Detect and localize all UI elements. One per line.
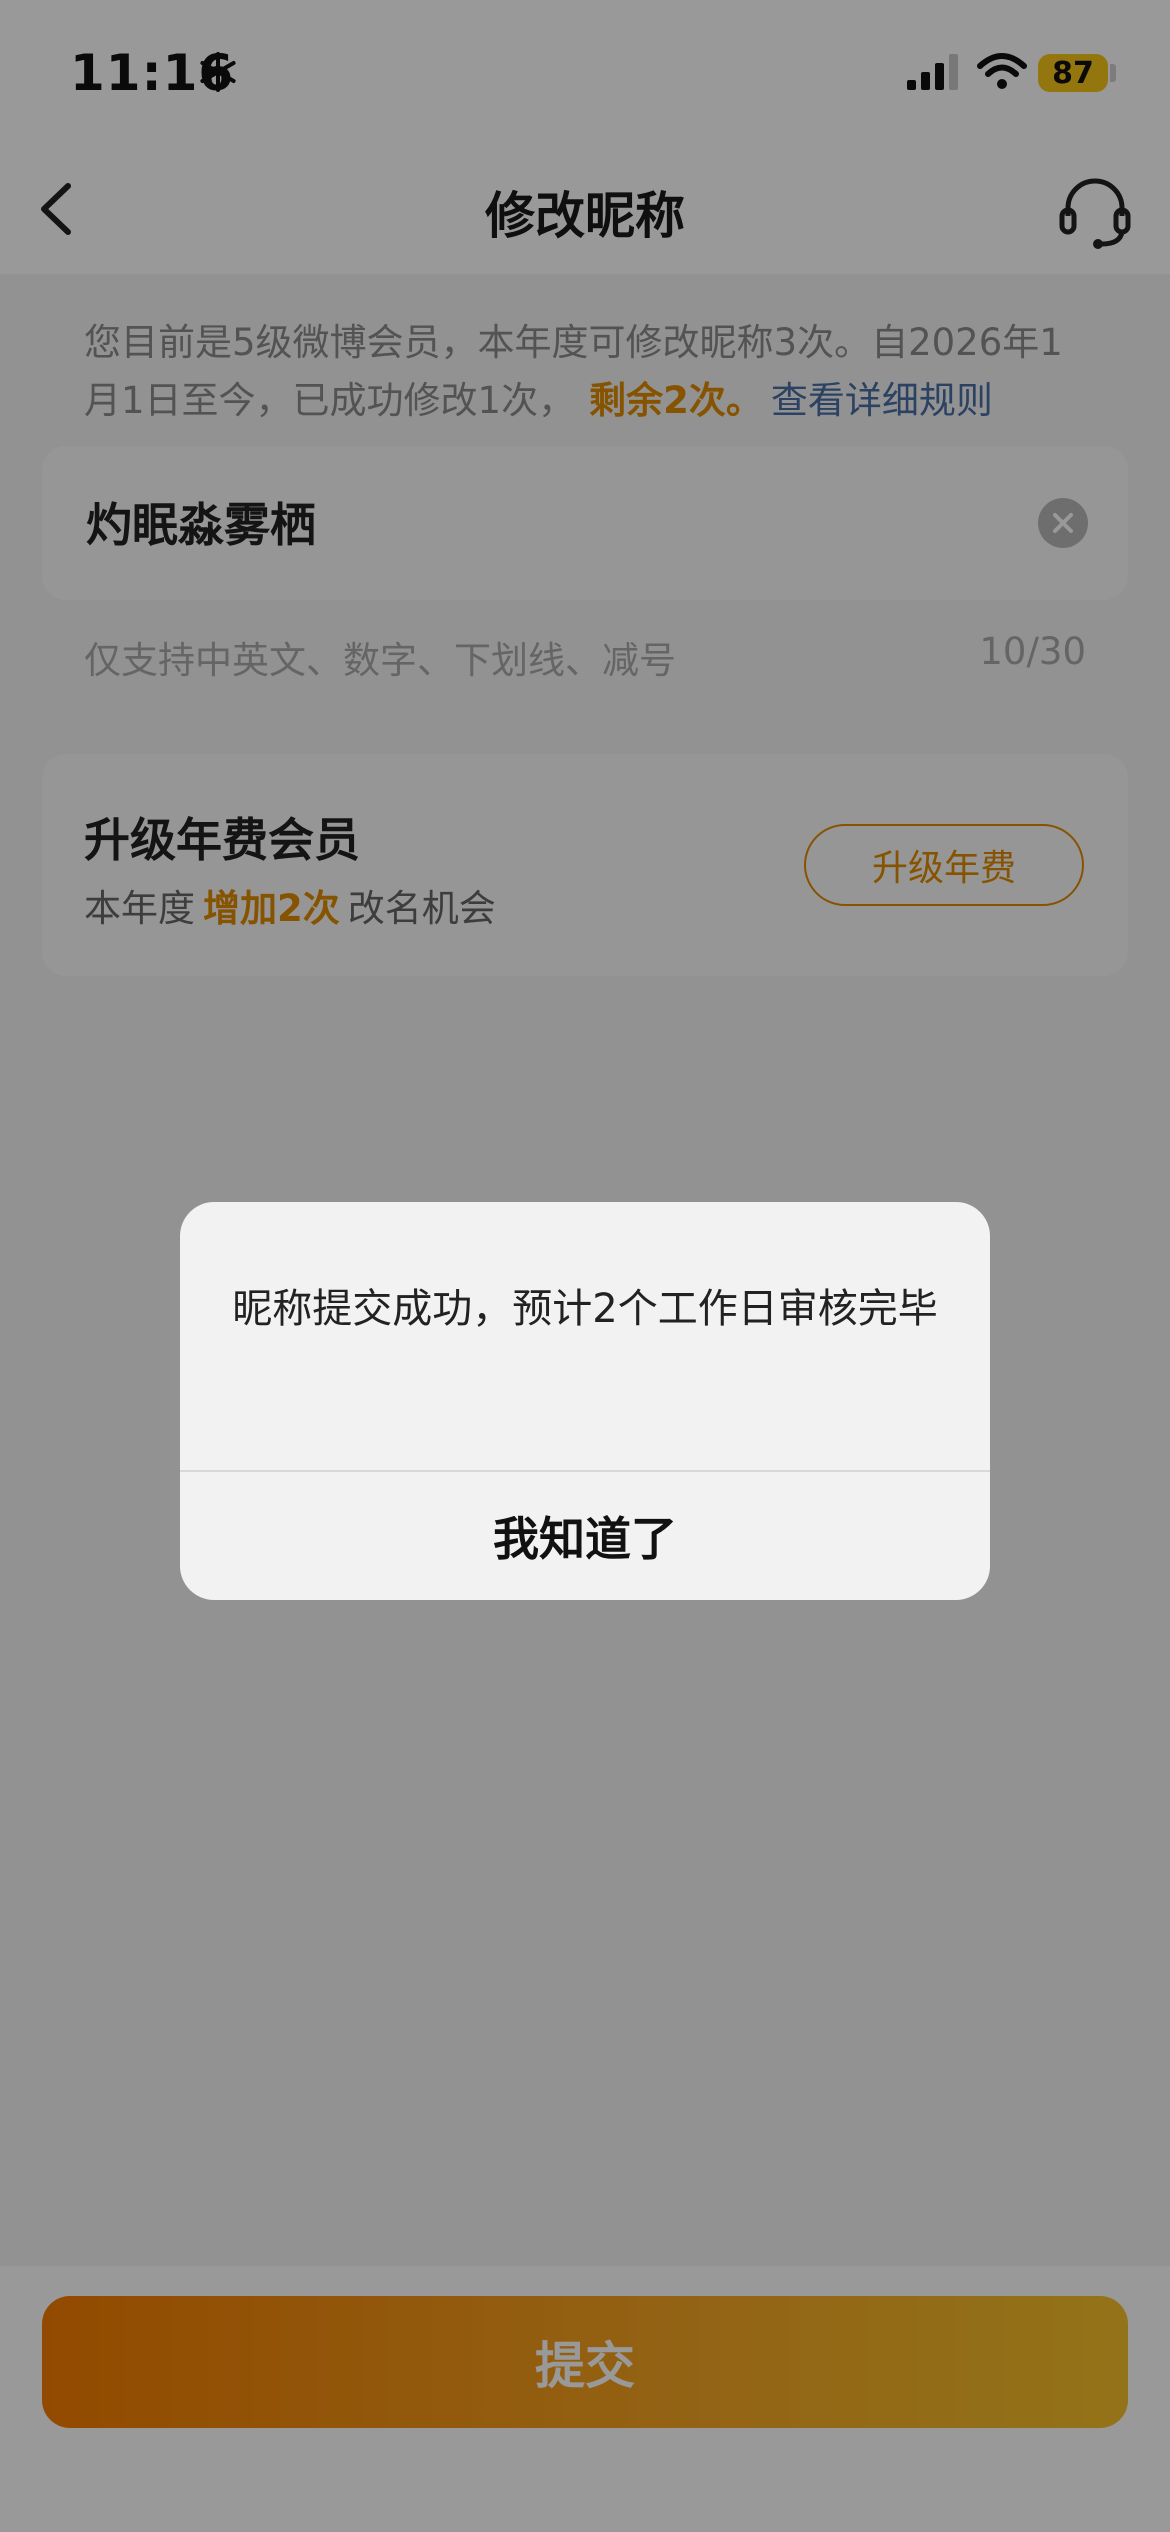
- success-dialog: 昵称提交成功，预计2个工作日审核完毕 我知道了: [180, 1202, 990, 1600]
- dialog-ok-button[interactable]: 我知道了: [180, 1472, 990, 1600]
- dialog-message: 昵称提交成功，预计2个工作日审核完毕: [232, 1286, 938, 1332]
